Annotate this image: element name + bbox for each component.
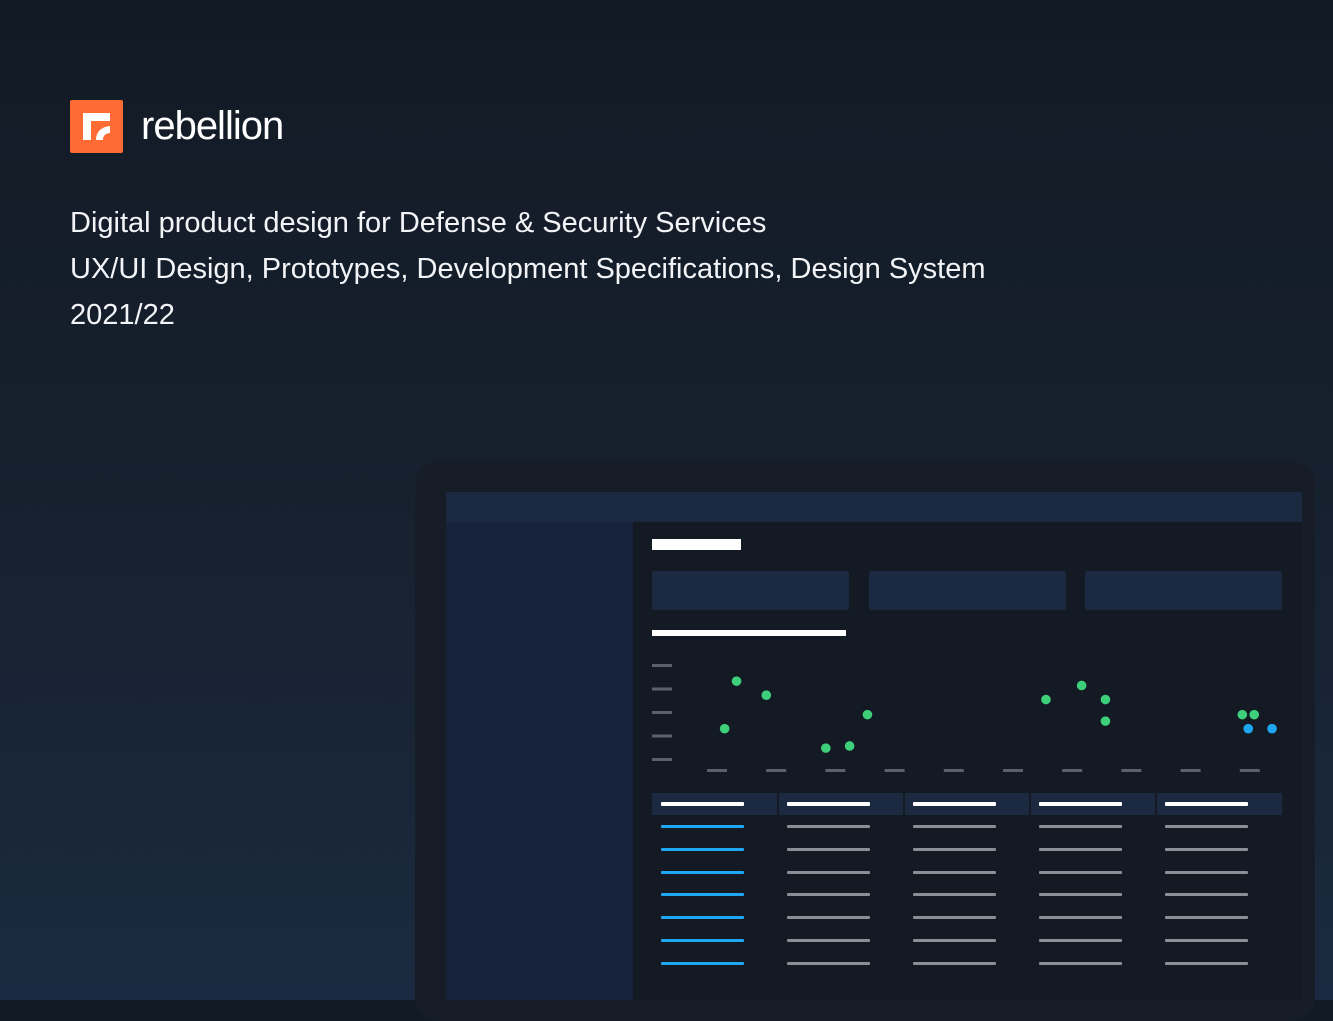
table-cell: [913, 893, 996, 897]
chart-point: [761, 690, 772, 700]
x-tick-label: [1121, 769, 1142, 772]
mockup-scatter-chart: [652, 664, 1277, 772]
chart-point: [1041, 694, 1051, 705]
project-description: Digital product design for Defense & Sec…: [70, 200, 986, 338]
table-cell: [787, 825, 870, 828]
table-column-divider: [1155, 793, 1157, 815]
table-cell: [1165, 939, 1248, 942]
table-header-cell: [1039, 802, 1122, 806]
table-cell: [1165, 916, 1248, 920]
mockup-main-area: [633, 522, 1302, 1000]
brand-logo: rebellion: [70, 100, 284, 153]
table-cell: [1039, 847, 1122, 851]
chart-point: [1243, 723, 1254, 734]
table-cell: [1039, 961, 1122, 965]
table-cell: [1165, 825, 1248, 828]
table-column-divider: [777, 793, 779, 815]
table-cell: [787, 847, 870, 851]
chart-point: [1237, 709, 1248, 720]
table-link-cell: [661, 939, 744, 942]
table-cell: [1039, 870, 1122, 874]
x-tick-label: [884, 769, 905, 772]
project-services: UX/UI Design, Prototypes, Development Sp…: [70, 253, 986, 285]
table-cell: [787, 870, 870, 874]
rebellion-logo-icon: [70, 100, 123, 153]
x-tick-label: [943, 769, 964, 772]
mockup-title-placeholder: [652, 539, 741, 550]
table-cell: [913, 916, 996, 920]
chart-point: [731, 676, 742, 686]
table-cell: [787, 916, 870, 920]
y-tick-label: [652, 711, 672, 714]
y-tick-label: [652, 687, 672, 691]
chart-point: [862, 709, 873, 720]
y-tick-label: [652, 664, 672, 667]
table-cell: [913, 961, 996, 965]
table-cell: [1039, 825, 1122, 828]
chart-point: [844, 741, 855, 751]
table-link-cell: [661, 847, 744, 851]
table-cell: [1165, 847, 1248, 851]
table-column-divider: [903, 793, 905, 815]
mockup-stat-card: [652, 571, 849, 610]
table-cell: [1165, 961, 1248, 965]
mockup-stat-card: [1085, 571, 1282, 610]
x-tick-label: [707, 769, 727, 772]
x-tick-label: [1239, 769, 1260, 772]
mockup-subtitle-placeholder: [652, 630, 846, 636]
chart-point: [1249, 709, 1259, 720]
x-tick-label: [1003, 769, 1023, 772]
chart-point: [1100, 694, 1111, 705]
mockup-stat-card: [869, 571, 1066, 610]
table-header-cell: [787, 802, 870, 806]
x-tick-label: [766, 769, 787, 772]
project-subtitle: Digital product design for Defense & Sec…: [70, 207, 767, 239]
table-cell: [787, 939, 870, 942]
x-tick-label: [1062, 769, 1083, 772]
table-link-cell: [661, 961, 744, 965]
table-cell: [913, 847, 996, 851]
chart-point: [719, 723, 730, 734]
y-tick-label: [652, 734, 672, 738]
chart-point: [1076, 680, 1087, 691]
table-header-cell: [661, 802, 744, 806]
table-cell: [913, 870, 996, 874]
mockup-table-header: [652, 793, 1282, 815]
table-cell: [913, 939, 996, 942]
table-cell: [787, 893, 870, 897]
brand-wordmark: rebellion: [141, 104, 284, 148]
table-column-divider: [1029, 793, 1031, 815]
table-cell: [787, 961, 870, 965]
mockup-sidebar: [446, 522, 633, 1000]
table-link-cell: [661, 870, 744, 874]
table-link-cell: [661, 825, 744, 828]
table-cell: [913, 825, 996, 828]
x-tick-label: [825, 769, 846, 772]
chart-point: [821, 743, 831, 753]
chart-point: [1100, 716, 1111, 726]
mockup-top-bar: [446, 492, 1302, 522]
table-header-cell: [913, 802, 996, 806]
table-cell: [1165, 870, 1248, 874]
table-link-cell: [661, 893, 744, 897]
chart-point: [1267, 723, 1277, 734]
dashboard-mockup-screen: [446, 492, 1302, 1000]
project-years: 2021/22: [70, 299, 175, 331]
x-tick-label: [1180, 769, 1201, 772]
table-cell: [1165, 893, 1248, 897]
table-link-cell: [661, 916, 744, 920]
table-cell: [1039, 893, 1122, 897]
table-cell: [1039, 939, 1122, 942]
table-header-cell: [1165, 802, 1248, 806]
y-tick-label: [652, 758, 672, 761]
table-cell: [1039, 916, 1122, 920]
